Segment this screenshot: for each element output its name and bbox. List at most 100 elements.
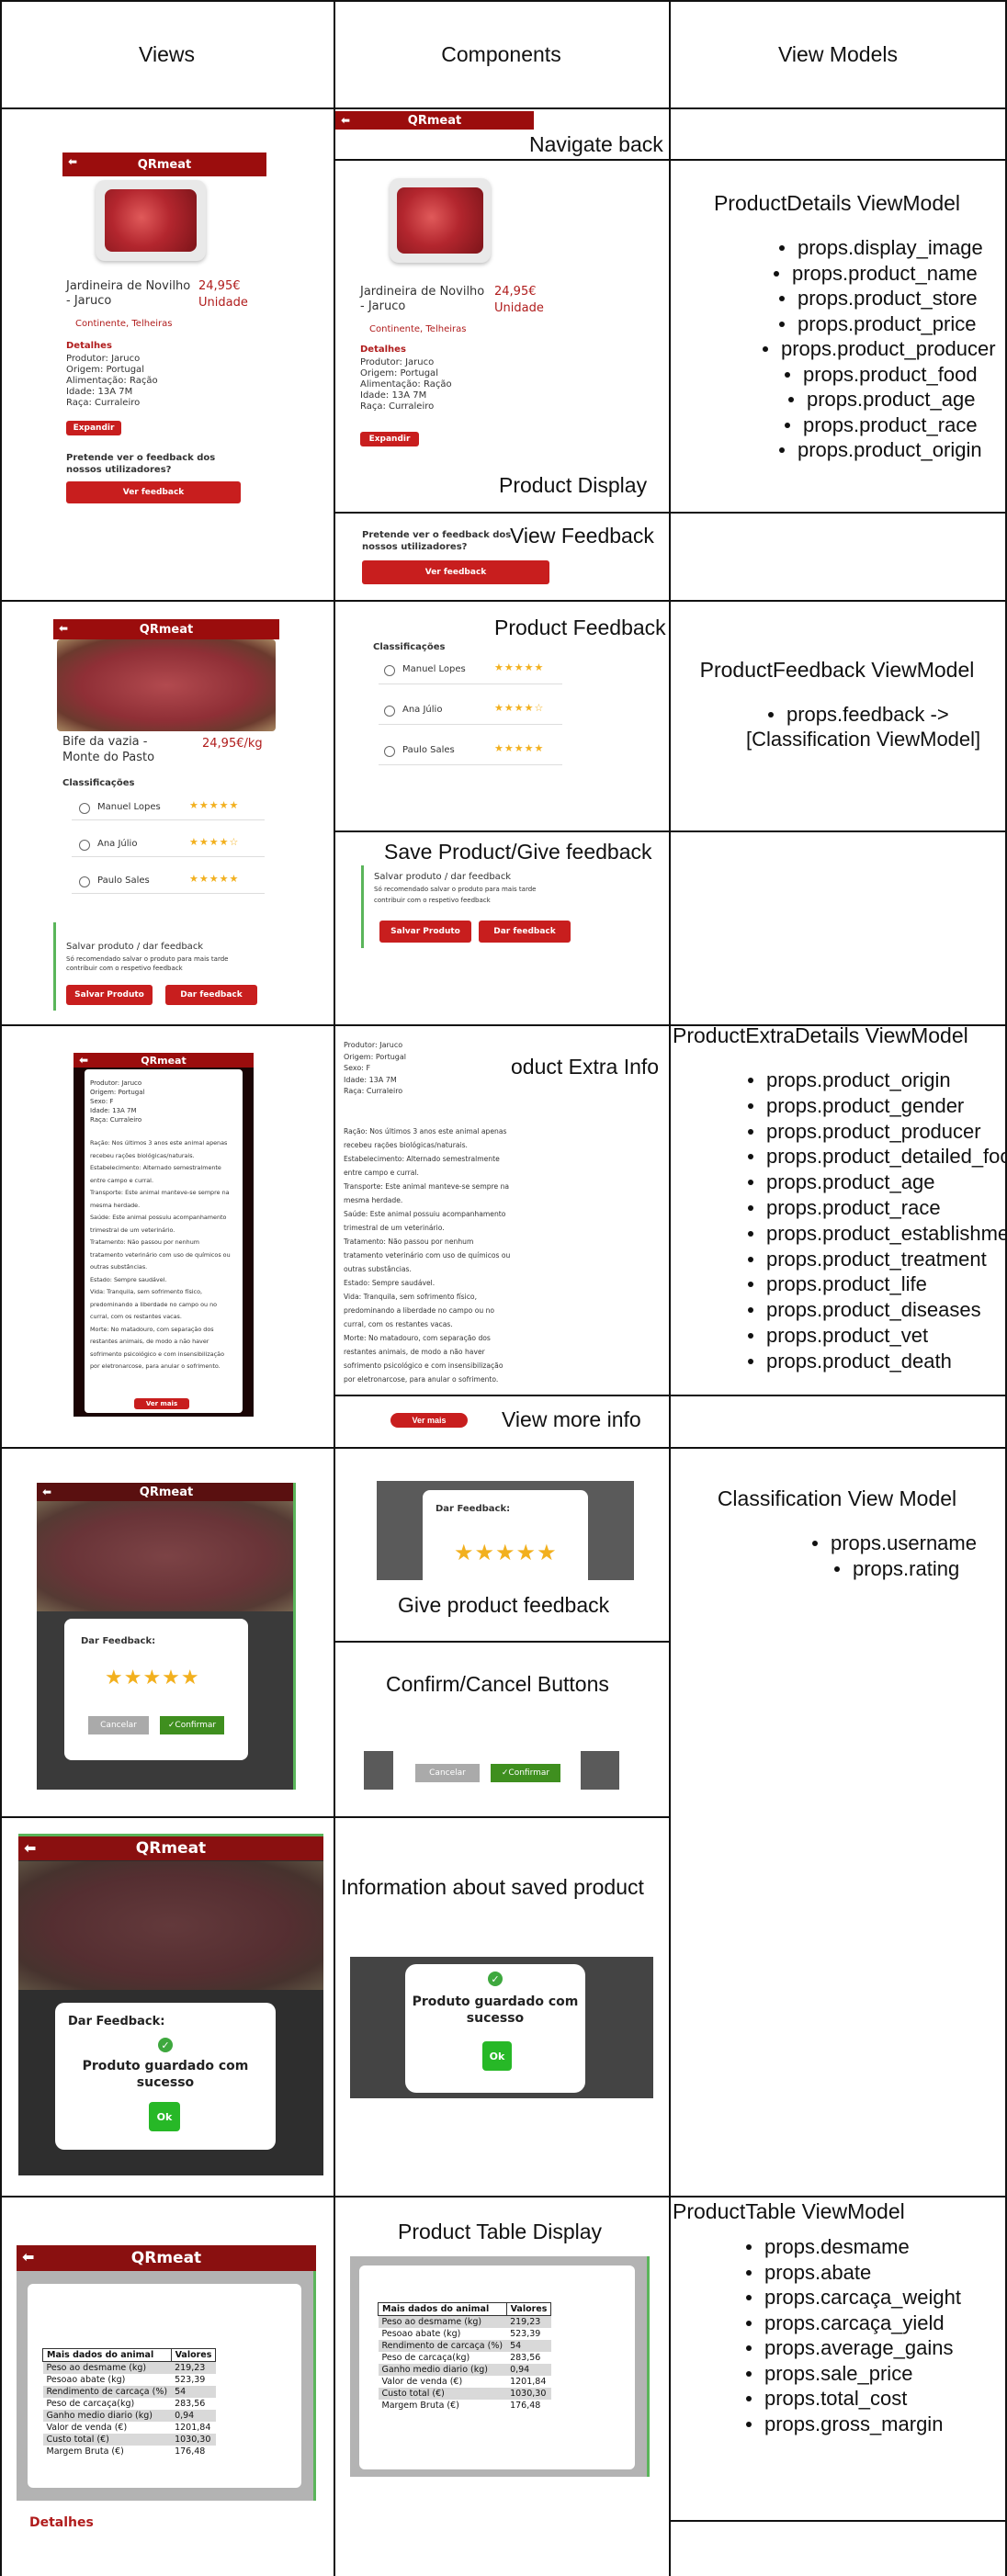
feedback-question: Pretende ver o feedback dos bbox=[66, 453, 216, 463]
expand-button[interactable]: Expandir bbox=[66, 421, 121, 435]
comp-give-product-feedback: Dar Feedback: ★★★★★ bbox=[377, 1481, 634, 1580]
save-product-button[interactable]: Salvar Produto bbox=[379, 921, 471, 943]
table-cell: 1201,84 bbox=[175, 2423, 211, 2433]
info-line: Estado: Sempre saudável. bbox=[90, 1275, 167, 1283]
vm-product-feedback-title: ProductFeedback ViewModel bbox=[699, 658, 975, 682]
prop-item: props.abate bbox=[745, 2260, 961, 2286]
app-title: QRmeat bbox=[135, 1839, 207, 1858]
product-price: 24,95€ bbox=[494, 285, 537, 299]
see-more-button[interactable]: Ver mais bbox=[134, 1398, 189, 1409]
prop-item: props.product_gender bbox=[748, 1093, 1005, 1119]
label-product-display: Product Display bbox=[499, 473, 648, 497]
grid-comp-give-bottom bbox=[334, 1641, 669, 1643]
ok-button[interactable]: Ok bbox=[149, 2102, 180, 2131]
info-line: Raça: Curraleiro bbox=[344, 1087, 403, 1095]
confirm-button[interactable]: ✓Confirmar bbox=[160, 1716, 224, 1734]
feedback-question: Pretende ver o feedback dos bbox=[362, 530, 512, 540]
table-row: Peso de carcaça(kg) 283,56 bbox=[43, 2398, 216, 2410]
label-save-give-feedback: Save Product/Give feedback bbox=[384, 840, 652, 864]
cancel-button[interactable]: Cancelar bbox=[415, 1764, 480, 1782]
ok-button[interactable]: Ok bbox=[482, 2041, 512, 2071]
product-name-2: - Jaruco bbox=[360, 299, 406, 313]
app-title: QRmeat bbox=[407, 113, 462, 128]
info-line: Ração: Nos últimos 3 anos este animal ap… bbox=[344, 1127, 507, 1135]
grid-comp-feedback-bottom bbox=[334, 830, 669, 832]
dialog-title: Dar Feedback: bbox=[68, 2015, 165, 2028]
info-line: recebeu rações biológicas/naturais. bbox=[344, 1141, 468, 1149]
rating-stars[interactable]: ★★★★★ bbox=[105, 1666, 200, 1689]
highlight-edge bbox=[53, 922, 56, 1011]
app-bar: ⬅ QRmeat bbox=[37, 1483, 296, 1501]
save-desc-2: contribuir com o respetivo feedback bbox=[374, 897, 491, 904]
rating-stars[interactable]: ★★★★★ bbox=[454, 1540, 558, 1565]
steak-image bbox=[57, 639, 276, 731]
extra-info-long: Ração: Nos últimos 3 anos este animal ap… bbox=[90, 1137, 231, 1373]
back-arrow-icon[interactable]: ⬅ bbox=[79, 1054, 88, 1067]
confirm-button[interactable]: ✓Confirmar bbox=[491, 1764, 560, 1782]
back-arrow-icon[interactable]: ⬅ bbox=[68, 155, 77, 168]
meat-image bbox=[397, 187, 483, 254]
label-navigate-back: Navigate back bbox=[529, 132, 663, 156]
table-row: Valor de venda (€) 1201,84 bbox=[379, 2376, 551, 2388]
label-saved-info: Information about saved product bbox=[341, 1875, 644, 1899]
grid-comp-display-bottom bbox=[334, 512, 1007, 514]
info-line: trimestral de um veterinário. bbox=[344, 1224, 445, 1232]
save-desc-2: contribuir com o respetivo feedback bbox=[66, 965, 183, 972]
grid-row4-bottom bbox=[0, 1816, 334, 1818]
label-product-extra-info: Product Extra Info bbox=[490, 1055, 660, 1079]
prop-item: props.product_price bbox=[779, 311, 1007, 337]
info-line: Transporte: Este animal manteve-se sempr… bbox=[90, 1189, 230, 1196]
table-header-row: Mais dados do animal Valores bbox=[378, 2302, 552, 2316]
table-row: Peso de carcaça(kg) 283,56 bbox=[379, 2352, 551, 2364]
vm-product-table-title: ProductTable ViewModel bbox=[673, 2199, 905, 2223]
see-feedback-button[interactable]: Ver feedback bbox=[66, 481, 241, 503]
give-feedback-button[interactable]: Dar feedback bbox=[479, 921, 571, 943]
table-cell: 1201,84 bbox=[510, 2377, 547, 2387]
info-line: sofrimento psicológico e com insensibili… bbox=[344, 1361, 503, 1370]
info-line: curral, com os restantes vacas. bbox=[344, 1320, 453, 1328]
see-feedback-button[interactable]: Ver feedback bbox=[362, 560, 549, 584]
product-name: Jardineira de Novilho bbox=[360, 285, 485, 299]
extra-info-dialog: Produtor: Jaruco Origem: Portugal Sexo: … bbox=[85, 1069, 243, 1413]
back-arrow-icon[interactable]: ⬅ bbox=[24, 1839, 36, 1857]
table-row: Ganho medio diario (kg) 0,94 bbox=[378, 2364, 551, 2376]
grid-comp-table-bottom bbox=[669, 2520, 1007, 2522]
prop-item: props.product_death bbox=[748, 1349, 1005, 1374]
extra-info-short: Produtor: Jaruco Origem: Portugal Sexo: … bbox=[344, 1040, 406, 1098]
prop-item: props.product_food bbox=[785, 362, 1007, 388]
dim-left bbox=[364, 1751, 393, 1790]
app-title: QRmeat bbox=[139, 622, 194, 637]
prop-item: props.gross_margin bbox=[745, 2412, 961, 2437]
table-cell: 219,23 bbox=[506, 2315, 551, 2328]
comp-saved-product: ✓ Produto guardado com sucesso Ok bbox=[350, 1957, 653, 2098]
divider bbox=[379, 764, 562, 765]
table-header-row: Mais dados do animal Valores bbox=[42, 2348, 217, 2362]
save-product-button[interactable]: Salvar Produto bbox=[66, 985, 153, 1005]
highlight-edge bbox=[293, 1483, 296, 1790]
info-line: mesma herdade. bbox=[344, 1196, 403, 1204]
user-avatar-icon bbox=[79, 803, 90, 814]
grid-row3-bottom bbox=[0, 1447, 1007, 1449]
back-arrow-icon[interactable]: ⬅ bbox=[59, 622, 68, 635]
back-arrow-icon[interactable]: ⬅ bbox=[341, 114, 350, 127]
prop-item: props.product_race bbox=[748, 1195, 1005, 1221]
comp-product-extra-info: Produtor: Jaruco Origem: Portugal Sexo: … bbox=[340, 1038, 511, 1387]
info-line: Sexo: F bbox=[344, 1064, 371, 1072]
back-arrow-icon[interactable]: ⬅ bbox=[22, 2248, 34, 2265]
expand-button[interactable]: Expandir bbox=[360, 432, 419, 446]
table-row: Peso ao desmame (kg) 219,23 bbox=[378, 2315, 551, 2328]
info-line: Estabelecimento: Alternado semestralment… bbox=[344, 1155, 500, 1163]
prop-item: props.product_race bbox=[785, 412, 1007, 438]
prop-item: props.product_age bbox=[748, 1169, 1005, 1195]
prop-item: props.total_cost bbox=[745, 2386, 961, 2412]
detail-line: Raça: Curraleiro bbox=[66, 398, 141, 408]
info-line: Sexo: F bbox=[90, 1098, 114, 1105]
give-feedback-button[interactable]: Dar feedback bbox=[165, 985, 257, 1005]
info-line: curral, com os restantes vacas. bbox=[90, 1313, 182, 1320]
cancel-button[interactable]: Cancelar bbox=[88, 1716, 149, 1734]
see-more-button[interactable]: Ver mais bbox=[390, 1413, 468, 1428]
back-arrow-icon[interactable]: ⬅ bbox=[42, 1486, 51, 1498]
info-line: Origem: Portugal bbox=[90, 1089, 145, 1096]
comp-product-display: Jardineira de Novilho - Jaruco 24,95€ Un… bbox=[356, 173, 559, 458]
info-line: Origem: Portugal bbox=[344, 1052, 406, 1061]
